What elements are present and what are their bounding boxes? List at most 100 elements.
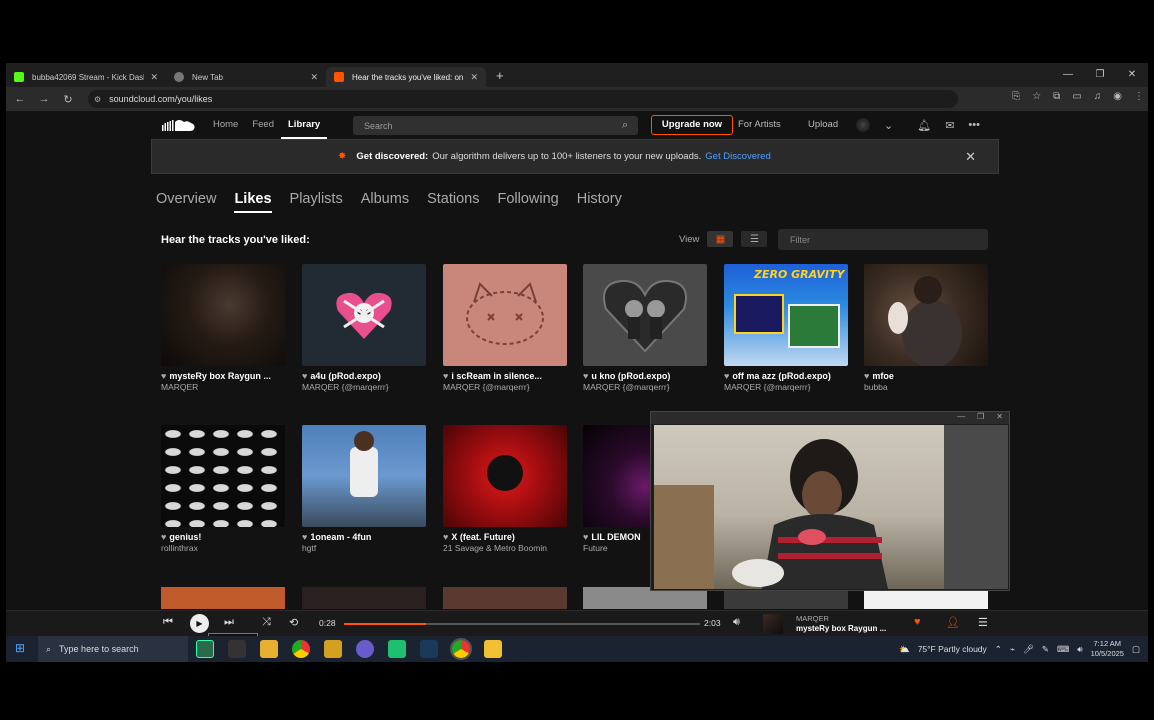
track-artwork[interactable]	[302, 587, 426, 609]
track-artist[interactable]: rollinthrax	[161, 543, 285, 553]
app-icon[interactable]	[484, 640, 502, 658]
weather-text[interactable]: 75°F Partly cloudy	[918, 644, 987, 654]
soundcloud-logo-icon[interactable]	[162, 119, 196, 131]
track-artwork[interactable]	[302, 264, 426, 366]
track-title[interactable]: u kno (pRod.expo)	[591, 371, 670, 381]
upload-link[interactable]: Upload	[808, 111, 838, 139]
close-window-icon[interactable]: ✕	[1116, 63, 1148, 85]
track-card[interactable]: ♥ a4u (pRod.expo) MARQER {@marqerrr}	[302, 264, 426, 392]
heart-icon[interactable]: ♥	[161, 371, 166, 381]
more-options-icon[interactable]: •••	[968, 119, 980, 131]
split-view-icon[interactable]: ▭	[1072, 91, 1081, 102]
heart-icon[interactable]: ♥	[724, 371, 729, 381]
minimize-icon[interactable]: —	[957, 412, 965, 424]
grid-view-icon[interactable]: ▦	[707, 231, 734, 247]
reload-icon[interactable]: ↻	[56, 93, 80, 106]
track-artwork[interactable]	[161, 587, 285, 609]
track-artwork[interactable]	[161, 425, 285, 527]
tab-playlists[interactable]: Playlists	[290, 191, 343, 213]
track-title[interactable]: genius!	[169, 532, 201, 542]
track-artist[interactable]: hgtf	[302, 543, 426, 553]
tab-albums[interactable]: Albums	[361, 191, 409, 213]
site-info-icon[interactable]: ⚙	[94, 95, 101, 104]
track-artwork[interactable]	[443, 264, 567, 366]
queue-icon[interactable]: ☰	[978, 616, 988, 629]
close-tab-icon[interactable]: ✕	[310, 72, 318, 83]
discord-icon[interactable]	[356, 640, 374, 658]
track-title[interactable]: mysteRy box Raygun ...	[169, 371, 271, 381]
windows-start-icon[interactable]: ⊞	[15, 641, 25, 655]
chrome-icon[interactable]	[292, 640, 310, 658]
now-playing-title[interactable]: mysteRy box Raygun ...	[796, 624, 886, 633]
chrome-active-icon[interactable]	[450, 638, 472, 660]
filter-input[interactable]: Filter	[778, 229, 988, 250]
track-artist[interactable]: MARQER	[161, 382, 285, 392]
back-icon[interactable]: ←	[8, 93, 32, 105]
track-title[interactable]: 1oneam - 4fun	[310, 532, 371, 542]
track-card[interactable]: ZERO GRAVITY ♥ off ma azz (pRod.expo) MAR…	[724, 264, 848, 392]
nav-home[interactable]: Home	[206, 111, 245, 139]
heart-icon[interactable]: ♥	[583, 371, 588, 381]
play-pause-button[interactable]: ▶	[190, 614, 209, 633]
brave-icon[interactable]	[324, 640, 342, 658]
clock[interactable]: 7:12 AM 10/5/2025	[1091, 639, 1124, 659]
search-icon[interactable]: ⌕	[622, 119, 628, 132]
track-artwork[interactable]	[864, 264, 988, 366]
close-banner-icon[interactable]: ✕	[965, 149, 976, 165]
track-artwork[interactable]: ZERO GRAVITY	[724, 264, 848, 366]
steam-icon[interactable]	[420, 640, 438, 658]
heart-icon[interactable]: ♥	[302, 532, 307, 542]
track-artwork[interactable]	[302, 425, 426, 527]
follow-user-icon[interactable]: 👤︎	[946, 616, 960, 629]
track-title[interactable]: mfoe	[872, 371, 894, 381]
task-view-icon[interactable]	[228, 640, 246, 658]
next-track-icon[interactable]: ⏭	[224, 616, 234, 629]
track-card[interactable]: ♥ mysteRy box Raygun ... MARQER	[161, 264, 285, 392]
list-view-icon[interactable]: ☰	[741, 231, 768, 247]
nav-feed[interactable]: Feed	[245, 111, 281, 139]
extensions-icon[interactable]: ⧉	[1053, 91, 1060, 102]
track-artwork[interactable]	[443, 425, 567, 527]
avatar[interactable]	[856, 118, 870, 132]
nav-library[interactable]: Library	[281, 111, 328, 139]
heart-icon[interactable]: ♥	[583, 532, 588, 542]
browser-tab-soundcloud[interactable]: Hear the tracks you've liked: on ✕	[326, 67, 486, 87]
taskbar-search[interactable]: ⌕ Type here to search	[38, 636, 188, 662]
keyboard-icon[interactable]: ⌨	[1057, 644, 1069, 655]
volume-tray-icon[interactable]: 🔊︎	[1077, 644, 1082, 655]
track-artwork[interactable]	[443, 587, 567, 609]
like-heart-icon[interactable]: ♥	[914, 616, 921, 628]
restore-icon[interactable]: ❐	[977, 412, 984, 424]
track-card[interactable]: ♥ genius! rollinthrax	[161, 425, 285, 553]
chevron-up-icon[interactable]: ⌃	[995, 644, 1002, 655]
install-icon[interactable]: ⎘	[1012, 91, 1020, 102]
mic-icon[interactable]: 🎤︎	[1023, 644, 1034, 655]
app-icon[interactable]	[388, 640, 406, 658]
track-title[interactable]: off ma azz (pRod.expo)	[732, 371, 831, 381]
heart-icon[interactable]: ♥	[161, 532, 166, 542]
network-icon[interactable]: ⌁	[1010, 644, 1015, 655]
search-input[interactable]: Search ⌕	[353, 116, 638, 135]
track-artwork[interactable]	[161, 264, 285, 366]
forward-icon[interactable]: →	[32, 93, 56, 105]
track-title[interactable]: a4u (pRod.expo)	[310, 371, 381, 381]
pen-icon[interactable]: ✎	[1042, 644, 1049, 655]
track-title[interactable]: i scReam in silence...	[451, 371, 542, 381]
heart-icon[interactable]: ♥	[443, 532, 448, 542]
profile-icon[interactable]: ◉	[1113, 91, 1122, 102]
restore-icon[interactable]: ❐	[1084, 63, 1116, 85]
repeat-icon[interactable]: ⟲	[289, 616, 298, 629]
track-title[interactable]: LIL DEMON	[591, 532, 640, 542]
progress-bar[interactable]	[344, 623, 700, 625]
chevron-down-icon[interactable]: ⌄	[884, 119, 893, 132]
track-artist[interactable]: MARQER {@marqerrr}	[302, 382, 426, 392]
tab-history[interactable]: History	[577, 191, 622, 213]
heart-icon[interactable]: ♥	[443, 371, 448, 381]
track-card[interactable]: ♥ mfoe bubba	[864, 264, 988, 392]
upgrade-button[interactable]: Upgrade now	[651, 115, 733, 135]
for-artists-link[interactable]: For Artists	[738, 111, 781, 139]
previous-track-icon[interactable]: ⏮	[163, 616, 173, 629]
messages-icon[interactable]: ✉	[945, 119, 954, 132]
heart-icon[interactable]: ♥	[302, 371, 307, 381]
heart-icon[interactable]: ♥	[864, 371, 869, 381]
